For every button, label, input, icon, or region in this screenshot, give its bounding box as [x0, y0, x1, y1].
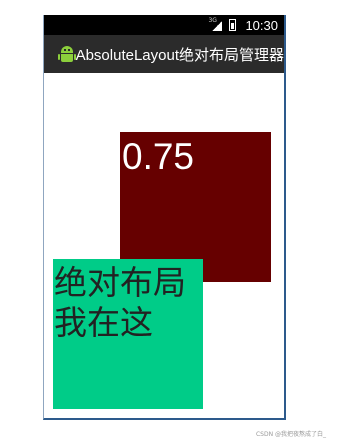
app-title: AbsoluteLayout绝对布局管理器: [75, 46, 284, 64]
action-bar: AbsoluteLayout绝对布局管理器: [44, 35, 284, 73]
red-box-text: 0.75: [122, 136, 195, 177]
status-bar: 3G 10:30: [44, 15, 284, 35]
signal-icon: 3G: [208, 17, 223, 32]
green-text-view: 绝对布局我在这: [53, 259, 203, 409]
watermark: CSDN @我把夜熬成了白_: [255, 431, 326, 438]
status-time: 10:30: [245, 17, 278, 33]
green-box-text: 绝对布局我在这: [54, 263, 186, 342]
phone-frame: 3G 10:30 AbsoluteLayout绝对布局管理器 0.75 绝对布局…: [43, 15, 286, 420]
status-icons: 3G 10:30: [208, 15, 278, 35]
android-icon[interactable]: [58, 45, 76, 63]
absolute-layout: 0.75 绝对布局我在这: [44, 73, 284, 418]
battery-icon: [229, 19, 237, 31]
